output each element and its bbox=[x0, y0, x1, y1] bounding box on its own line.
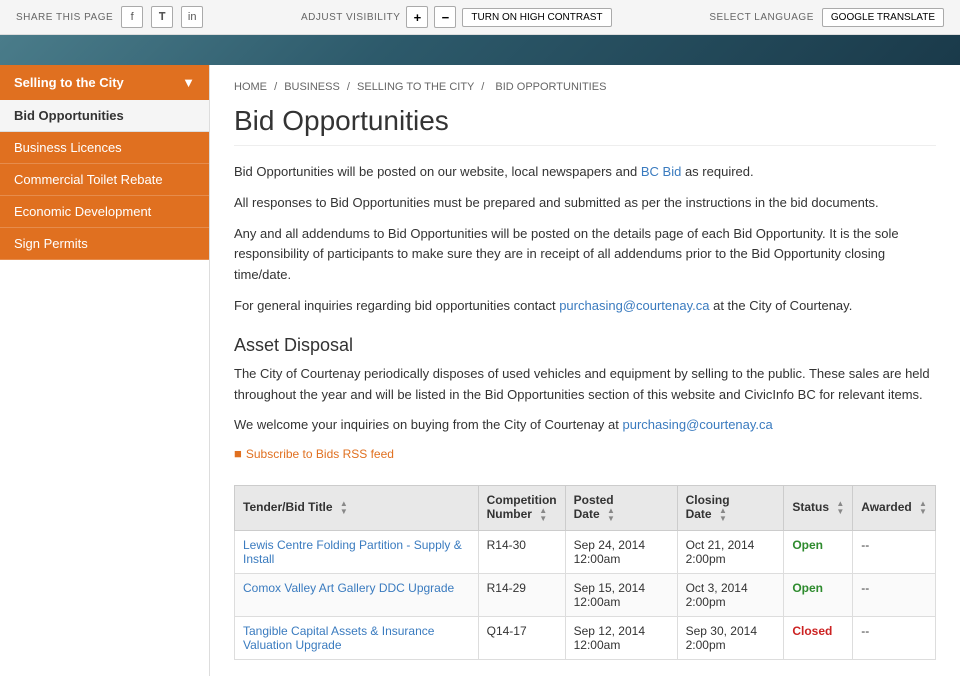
cell-status: Closed bbox=[784, 617, 853, 660]
bid-title-link[interactable]: Comox Valley Art Gallery DDC Upgrade bbox=[243, 581, 454, 595]
sort-arrows-closing: ▲▼ bbox=[719, 507, 727, 523]
sort-arrows-status: ▲▼ bbox=[836, 500, 844, 516]
sidebar-item-business-licences[interactable]: Business Licences bbox=[0, 132, 209, 164]
hero-image bbox=[0, 35, 960, 65]
col-header-awarded[interactable]: Awarded ▲▼ bbox=[853, 486, 936, 531]
cell-status: Open bbox=[784, 531, 853, 574]
sidebar-item-sign-permits[interactable]: Sign Permits bbox=[0, 228, 209, 260]
page-title: Bid Opportunities bbox=[234, 105, 936, 146]
asset-paragraph-2: We welcome your inquiries on buying from… bbox=[234, 415, 936, 436]
cell-comp: Q14-17 bbox=[478, 617, 565, 660]
rss-feed-link[interactable]: ■ Subscribe to Bids RSS feed bbox=[234, 446, 394, 461]
chevron-down-icon: ▼ bbox=[182, 75, 195, 90]
rss-icon: ■ bbox=[234, 446, 242, 461]
intro-paragraph-3: Any and all addendums to Bid Opportuniti… bbox=[234, 224, 936, 286]
twitter-button[interactable]: 𝐓 bbox=[151, 6, 173, 28]
cell-comp: R14-29 bbox=[478, 574, 565, 617]
status-badge: Open bbox=[792, 581, 823, 595]
col-header-status[interactable]: Status ▲▼ bbox=[784, 486, 853, 531]
cell-comp: R14-30 bbox=[478, 531, 565, 574]
share-label: SHARE THIS PAGE bbox=[16, 12, 113, 23]
share-section: SHARE THIS PAGE f 𝐓 in bbox=[16, 6, 203, 28]
linkedin-button[interactable]: in bbox=[181, 6, 203, 28]
breadcrumb-current: BID OPPORTUNITIES bbox=[495, 81, 606, 93]
cell-posted: Sep 15, 2014 12:00am bbox=[565, 574, 677, 617]
bid-title-link[interactable]: Tangible Capital Assets & Insurance Valu… bbox=[243, 624, 434, 652]
breadcrumb-business[interactable]: BUSINESS bbox=[284, 81, 340, 93]
cell-closing: Sep 30, 2014 2:00pm bbox=[677, 617, 784, 660]
translate-button[interactable]: GOOGLE TRANSLATE bbox=[822, 8, 944, 27]
asset-disposal-heading: Asset Disposal bbox=[234, 335, 936, 356]
sidebar-parent-item[interactable]: Selling to the City ▼ bbox=[0, 65, 209, 100]
increase-visibility-button[interactable]: + bbox=[406, 6, 428, 28]
sidebar-parent-label: Selling to the City bbox=[14, 75, 124, 90]
bids-table: Tender/Bid Title ▲▼ CompetitionNumber ▲▼… bbox=[234, 485, 936, 660]
cell-awarded: -- bbox=[853, 531, 936, 574]
contrast-button[interactable]: TURN ON HIGH CONTRAST bbox=[462, 8, 611, 27]
breadcrumb: HOME / BUSINESS / SELLING TO THE CITY / … bbox=[234, 81, 936, 93]
cell-title: Tangible Capital Assets & Insurance Valu… bbox=[235, 617, 479, 660]
sort-arrows-awarded: ▲▼ bbox=[919, 500, 927, 516]
sidebar-item-label: Commercial Toilet Rebate bbox=[14, 172, 163, 187]
cell-awarded: -- bbox=[853, 617, 936, 660]
intro-paragraph-4: For general inquiries regarding bid oppo… bbox=[234, 296, 936, 317]
table-row: Comox Valley Art Gallery DDC Upgrade R14… bbox=[235, 574, 936, 617]
status-badge: Closed bbox=[792, 624, 832, 638]
purchasing-email-link[interactable]: purchasing@courtenay.ca bbox=[559, 298, 709, 313]
adjust-label: ADJUST VISIBILITY bbox=[301, 12, 400, 23]
facebook-button[interactable]: f bbox=[121, 6, 143, 28]
top-bar: SHARE THIS PAGE f 𝐓 in ADJUST VISIBILITY… bbox=[0, 0, 960, 35]
breadcrumb-selling[interactable]: SELLING TO THE CITY bbox=[357, 81, 474, 93]
table-row: Tangible Capital Assets & Insurance Valu… bbox=[235, 617, 936, 660]
table-row: Lewis Centre Folding Partition - Supply … bbox=[235, 531, 936, 574]
bid-title-link[interactable]: Lewis Centre Folding Partition - Supply … bbox=[243, 538, 462, 566]
intro-paragraph-1: Bid Opportunities will be posted on our … bbox=[234, 162, 936, 183]
col-header-posted[interactable]: PostedDate ▲▼ bbox=[565, 486, 677, 531]
main-content: HOME / BUSINESS / SELLING TO THE CITY / … bbox=[210, 65, 960, 676]
asset-email-link[interactable]: purchasing@courtenay.ca bbox=[623, 417, 773, 432]
sidebar: Selling to the City ▼ Bid Opportunities … bbox=[0, 65, 210, 676]
col-header-title[interactable]: Tender/Bid Title ▲▼ bbox=[235, 486, 479, 531]
cell-awarded: -- bbox=[853, 574, 936, 617]
col-header-competition[interactable]: CompetitionNumber ▲▼ bbox=[478, 486, 565, 531]
sidebar-item-label: Economic Development bbox=[14, 204, 151, 219]
cell-posted: Sep 24, 2014 12:00am bbox=[565, 531, 677, 574]
main-layout: Selling to the City ▼ Bid Opportunities … bbox=[0, 65, 960, 676]
cell-closing: Oct 21, 2014 2:00pm bbox=[677, 531, 784, 574]
sidebar-current-label: Bid Opportunities bbox=[14, 108, 124, 123]
sidebar-item-economic-development[interactable]: Economic Development bbox=[0, 196, 209, 228]
sort-arrows-title: ▲▼ bbox=[340, 500, 348, 516]
language-section: SELECT LANGUAGE GOOGLE TRANSLATE bbox=[709, 8, 944, 27]
sidebar-item-label: Business Licences bbox=[14, 140, 122, 155]
decrease-visibility-button[interactable]: − bbox=[434, 6, 456, 28]
sidebar-item-label: Sign Permits bbox=[14, 236, 88, 251]
visibility-section: ADJUST VISIBILITY + − TURN ON HIGH CONTR… bbox=[301, 6, 612, 28]
intro-paragraph-2: All responses to Bid Opportunities must … bbox=[234, 193, 936, 214]
asset-paragraph-1: The City of Courtenay periodically dispo… bbox=[234, 364, 936, 406]
sidebar-current-item: Bid Opportunities bbox=[0, 100, 209, 132]
col-header-closing[interactable]: ClosingDate ▲▼ bbox=[677, 486, 784, 531]
cell-status: Open bbox=[784, 574, 853, 617]
status-badge: Open bbox=[792, 538, 823, 552]
cell-title: Comox Valley Art Gallery DDC Upgrade bbox=[235, 574, 479, 617]
cell-closing: Oct 3, 2014 2:00pm bbox=[677, 574, 784, 617]
select-language-label: SELECT LANGUAGE bbox=[709, 12, 814, 23]
cell-posted: Sep 12, 2014 12:00am bbox=[565, 617, 677, 660]
sidebar-item-commercial-toilet[interactable]: Commercial Toilet Rebate bbox=[0, 164, 209, 196]
breadcrumb-home[interactable]: HOME bbox=[234, 81, 267, 93]
bc-bid-link[interactable]: BC Bid bbox=[641, 164, 681, 179]
sort-arrows-posted: ▲▼ bbox=[607, 507, 615, 523]
sort-arrows-comp: ▲▼ bbox=[539, 507, 547, 523]
rss-label: Subscribe to Bids RSS feed bbox=[246, 447, 394, 461]
cell-title: Lewis Centre Folding Partition - Supply … bbox=[235, 531, 479, 574]
